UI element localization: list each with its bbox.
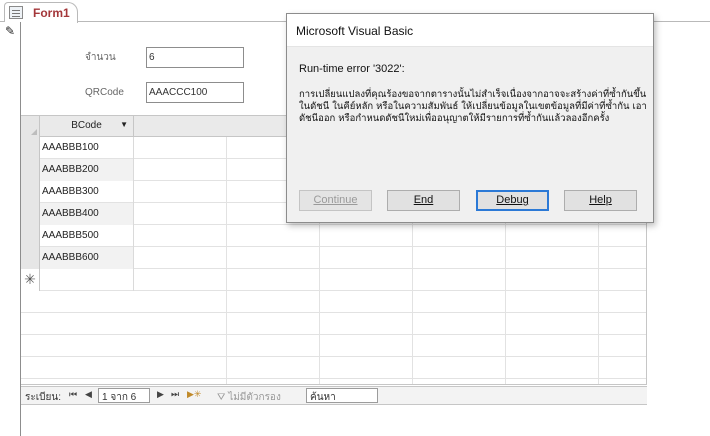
help-button[interactable]: Help — [564, 190, 637, 211]
funnel-icon: ⛛ — [217, 392, 226, 403]
qrcode-label: QRCode — [85, 87, 124, 98]
table-cell[interactable]: AAABBB300 — [40, 181, 134, 203]
dialog-body: Run-time error '3022': การเปลี่ยนแปลงที่… — [287, 47, 653, 222]
debug-button-label: Debug — [496, 194, 529, 206]
quantity-field[interactable]: 6 — [146, 47, 244, 68]
error-title: Run-time error '3022': — [299, 63, 405, 75]
row-selector[interactable] — [21, 203, 40, 225]
row-selector[interactable] — [21, 159, 40, 181]
empty-grid-row — [21, 291, 646, 313]
continue-button: Continue — [299, 190, 372, 211]
table-cell[interactable]: AAABBB200 — [40, 159, 134, 181]
row-selector[interactable] — [21, 181, 40, 203]
first-record-icon[interactable]: ⏮ — [69, 389, 77, 400]
chevron-down-icon[interactable]: ▼ — [120, 120, 128, 129]
end-button[interactable]: End — [387, 190, 460, 211]
last-record-icon[interactable]: ⏭ — [171, 389, 179, 400]
row-selector[interactable] — [21, 247, 40, 269]
error-message: การเปลี่ยนแปลงที่คุณร้องขอจากตารางนั้นไม… — [299, 89, 647, 124]
pencil-edit-icon: ✎ — [5, 24, 16, 38]
current-record-input[interactable]: 1 จาก 6 — [98, 388, 150, 403]
select-all-corner[interactable] — [21, 116, 40, 137]
search-input[interactable]: ค้นหา — [306, 388, 378, 403]
row-selector[interactable] — [21, 137, 40, 159]
continue-button-label: Continue — [313, 194, 358, 206]
vba-error-dialog: Microsoft Visual Basic Run-time error '3… — [286, 13, 654, 223]
empty-grid-row — [21, 313, 646, 335]
no-filter-button[interactable]: ⛛ ไม่มีตัวกรอง — [217, 390, 281, 405]
empty-grid-row — [21, 357, 646, 379]
previous-record-icon[interactable]: ◀ — [85, 389, 92, 400]
table-cell[interactable]: AAABBB100 — [40, 137, 134, 159]
record-navigation-bar: ระเบียน: ⏮ ◀ 1 จาก 6 ▶ ⏭ ▶✳ ⛛ ไม่มีตัวกร… — [21, 386, 647, 405]
column-header-label: BCode — [71, 120, 102, 131]
table-row[interactable]: AAABBB600 — [21, 247, 646, 269]
next-record-icon[interactable]: ▶ — [157, 389, 164, 400]
dialog-title: Microsoft Visual Basic — [287, 14, 653, 47]
end-button-label: End — [413, 194, 434, 206]
help-button-label: Help — [589, 194, 612, 206]
column-header-bcode[interactable]: BCode ▼ — [40, 116, 134, 137]
empty-grid-row — [21, 335, 646, 357]
form-icon — [9, 6, 23, 19]
new-record-row[interactable]: ✳ — [21, 269, 646, 291]
tab-form1[interactable]: Form1 — [4, 2, 78, 23]
debug-button[interactable]: Debug — [476, 190, 549, 211]
qrcode-field[interactable]: AAACCC100 — [146, 82, 244, 103]
table-cell[interactable] — [40, 269, 134, 291]
table-row[interactable]: AAABBB500 — [21, 225, 646, 247]
row-selector[interactable] — [21, 225, 40, 247]
new-record-icon: ✳ — [21, 269, 40, 291]
no-filter-label: ไม่มีตัวกรอง — [228, 392, 281, 403]
table-cell[interactable]: AAABBB500 — [40, 225, 134, 247]
form-record-selector[interactable]: ✎ — [0, 22, 21, 436]
table-cell[interactable]: AAABBB600 — [40, 247, 134, 269]
tab-form1-label: Form1 — [33, 6, 70, 20]
record-label: ระเบียน: — [25, 392, 61, 403]
table-cell[interactable]: AAABBB400 — [40, 203, 134, 225]
quantity-label: จำนวน — [85, 52, 116, 63]
new-record-nav-icon[interactable]: ▶✳ — [187, 389, 201, 400]
